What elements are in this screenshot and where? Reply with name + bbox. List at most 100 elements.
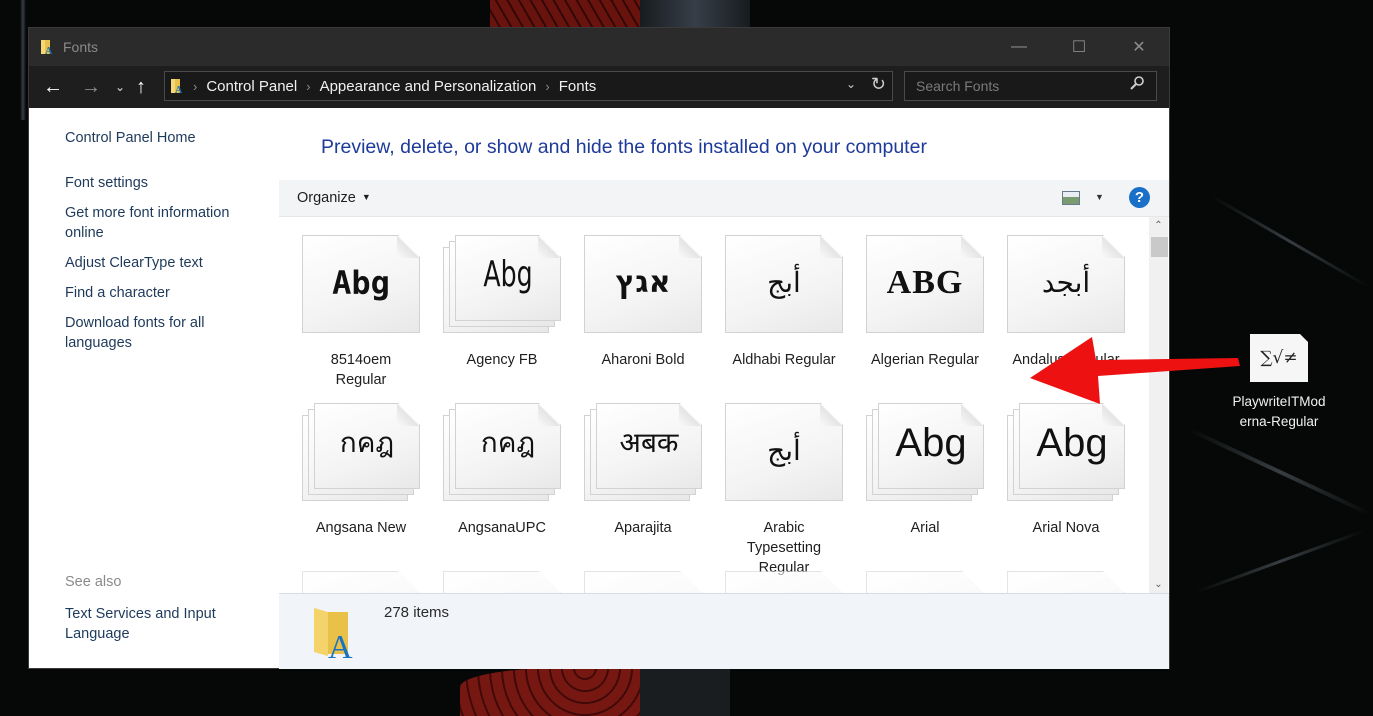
font-file-icon [725,571,843,593]
command-toolbar: Organize ▼ ▼ ? [279,180,1169,217]
close-button[interactable]: ✕ [1109,28,1169,66]
font-tile[interactable]: अबक Aparajita [561,385,702,553]
maximize-button[interactable]: ☐ [1049,28,1109,66]
vertical-scrollbar[interactable]: ⌃ ⌄ [1149,217,1168,593]
search-icon[interactable] [1130,76,1144,93]
font-tile[interactable]: Abg Agency FB [420,217,561,385]
font-sample-glyphs: Abg [1036,421,1108,465]
page-fold [820,404,842,426]
font-grid: Abg 8514oem Regular Abg Agency FB אגץ Aharoni… [279,217,1149,593]
title-bar[interactable]: A Fonts — ☐ ✕ [29,28,1169,66]
address-dropdown-icon[interactable]: ⌄ [846,77,856,91]
scrollbar-thumb[interactable] [1151,237,1168,257]
change-view-icon[interactable] [1062,191,1080,205]
page-shape [302,571,420,593]
breadcrumb-control-panel[interactable]: Control Panel [206,78,297,95]
recent-locations-button[interactable]: ⌄ [112,72,128,102]
help-icon[interactable]: ? [1129,187,1150,208]
font-file-icon: ABG [866,235,984,333]
minimize-button[interactable]: — [989,28,1049,66]
fonts-folder-large-icon: A [312,606,360,666]
organize-menu-button[interactable]: Organize ▼ [297,190,371,206]
desktop-font-file[interactable]: ∑√≠ PlaywriteITModerna-Regular [1229,334,1329,432]
back-arrow-icon: ← [43,75,63,98]
page-fold [679,236,701,258]
scroll-down-icon[interactable]: ⌄ [1149,576,1168,593]
chevron-down-icon: ⌄ [114,80,126,94]
page-shape [866,571,984,593]
font-tile[interactable]: Abg Arial [843,385,984,553]
font-tile-partial[interactable] [984,553,1125,593]
font-tile[interactable]: ABG Algerian Regular [843,217,984,385]
font-file-icon [584,571,702,593]
font-name-label: AngsanaUPC [458,520,546,536]
font-sample-glyphs: Abg [483,254,533,295]
font-tile-partial[interactable] [561,553,702,593]
font-tile[interactable]: Abg Arial Nova [984,385,1125,553]
font-file-icon: أبج [725,403,843,501]
back-button[interactable]: ← [38,72,68,102]
up-arrow-icon: ↑ [136,75,146,98]
cleartype-link[interactable]: Adjust ClearType text [65,253,255,273]
refresh-icon[interactable]: ↻ [871,74,886,95]
font-sample-glyphs: ABG [886,264,964,301]
font-tile-partial[interactable] [279,553,420,593]
item-count: 278 items [384,604,450,621]
font-sample-glyphs: กคฎ [480,426,536,459]
up-button[interactable]: ↑ [130,72,152,102]
font-tile-partial[interactable] [420,553,561,593]
download-fonts-link[interactable]: Download fonts for all languages [65,313,255,353]
breadcrumb-appearance[interactable]: Appearance and Personalization [320,78,537,95]
navigation-bar: ← → ⌄ ↑ A › Control Panel › Appearance a… [29,66,1169,108]
text-services-link[interactable]: Text Services and Input Language [65,604,255,644]
font-tile[interactable]: أبجد Andalus Regular [984,217,1125,385]
desktop-file-label: PlaywriteITModerna-Regular [1232,394,1326,429]
font-name-label: Andalus Regular [1012,352,1120,368]
font-file-icon: ∑√≠ [1250,334,1308,382]
search-input[interactable] [914,77,1118,95]
page-heading: Preview, delete, or show and hide the fo… [321,136,927,158]
fonts-window: A Fonts — ☐ ✕ ← → ⌄ ↑ A › Control Panel … [29,28,1169,669]
find-character-link[interactable]: Find a character [65,283,255,303]
main-content: Preview, delete, or show and hide the fo… [279,108,1169,669]
page-fold [820,236,842,258]
font-tile[interactable]: กคฎ Angsana New [279,385,420,553]
svg-text:A: A [175,85,183,94]
control-panel-home-link[interactable]: Control Panel Home [65,128,255,148]
breadcrumb-fonts[interactable]: Fonts [559,78,597,95]
font-tile[interactable]: Abg 8514oem Regular [279,217,420,388]
font-tile-partial[interactable] [702,553,843,593]
font-sample-glyphs: أبج [767,266,801,299]
details-pane: A 278 items [279,593,1169,669]
svg-text:A: A [45,46,53,55]
font-tile[interactable]: أبج Arabic Typesetting Regular [702,385,843,576]
search-box[interactable] [904,71,1157,101]
close-icon: ✕ [1132,39,1146,56]
font-tile[interactable]: أبج Aldhabi Regular [702,217,843,385]
more-font-info-link[interactable]: Get more font information online [65,203,255,243]
address-bar[interactable]: A › Control Panel › Appearance and Perso… [164,71,893,101]
breadcrumb-separator[interactable]: › [545,79,549,94]
font-file-icon [302,571,420,593]
font-tile-partial[interactable] [843,553,984,593]
page-shape [1007,571,1125,593]
font-settings-link[interactable]: Font settings [65,173,255,193]
forward-button[interactable]: → [76,72,106,102]
page-shape [725,571,843,593]
breadcrumb-separator[interactable]: › [193,79,197,94]
page-fold [961,236,983,258]
scroll-up-icon[interactable]: ⌃ [1149,217,1168,234]
view-options-caret-icon[interactable]: ▼ [1095,192,1104,202]
font-tile[interactable]: אגץ Aharoni Bold [561,217,702,385]
font-sample-glyphs: أبج [767,434,801,467]
font-file-icon: अबक [584,403,702,501]
page-shape [443,571,561,593]
font-file-icon: กคฎ [302,403,420,501]
fonts-folder-icon: A [170,78,184,96]
font-name-label: Algerian Regular [870,352,979,368]
window-title: Fonts [63,39,99,55]
breadcrumb-separator[interactable]: › [306,79,310,94]
font-tile[interactable]: กคฎ AngsanaUPC [420,385,561,553]
font-file-icon: Abg [866,403,984,501]
font-name-label: Arial Nova [1032,520,1100,536]
